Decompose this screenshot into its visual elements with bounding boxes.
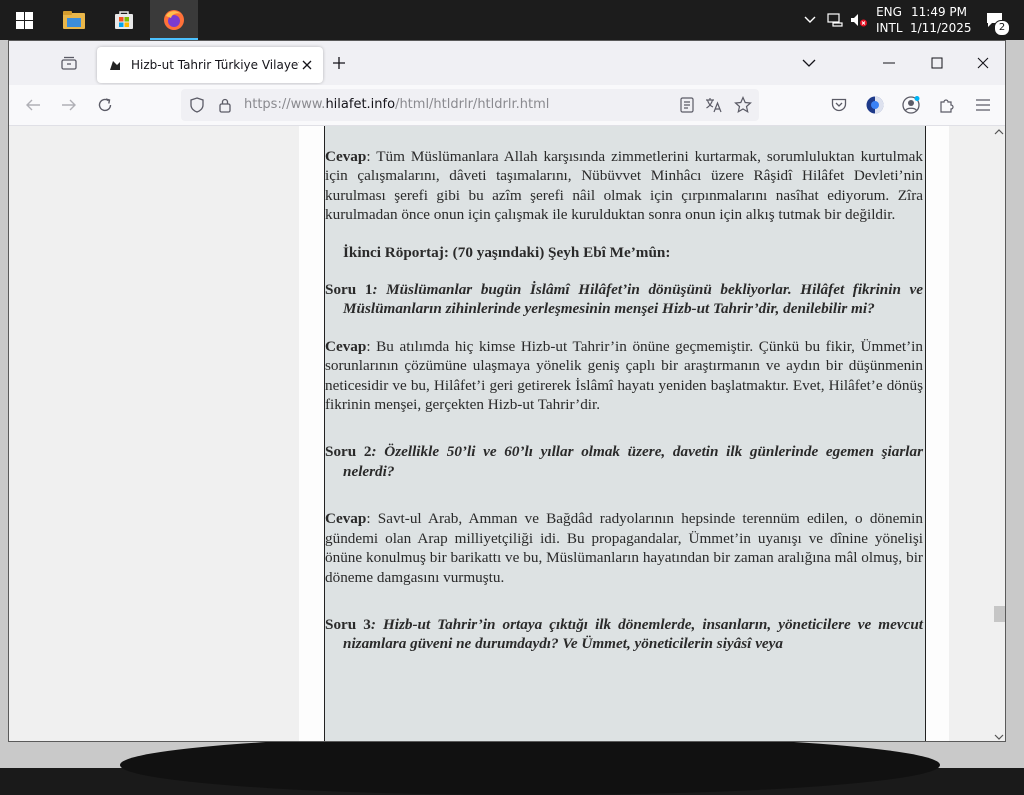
reader-view-icon[interactable] (679, 97, 695, 113)
url-bar[interactable]: https://www.hilafet.info/html/htldrlr/ht… (181, 89, 759, 121)
network-icon[interactable] (824, 0, 846, 40)
question-text: : Müslümanlar bugün İslâmî Hilâfet’in dö… (343, 281, 923, 318)
tab-active[interactable]: Hizb-ut Tahrir Türkiye Vilayeti R (97, 47, 323, 83)
back-arrow-icon[interactable] (23, 95, 43, 115)
vertical-scrollbar[interactable] (990, 126, 1005, 741)
answer-paragraph: Cevap: Bu atılımda hiç kimse Hizb-ut Tah… (325, 337, 923, 415)
translate-icon[interactable] (705, 97, 723, 113)
document-body: Cevap: Tüm Müslümanlara Allah karşısında… (325, 147, 923, 654)
answer-paragraph: Cevap: Savt-ul Arab, Amman ve Bağdâd rad… (325, 509, 923, 587)
url-prefix: https://www. (244, 97, 326, 112)
question-text: : Özellikle 50’li ve 60’lı yıllar olmak … (343, 443, 923, 480)
taskbar: ENG INTL 11:49 PM 1/11/2025 2 (0, 0, 1024, 40)
firefox-icon (164, 10, 184, 30)
show-hidden-icons-chevron-icon[interactable] (800, 0, 820, 40)
reload-icon[interactable] (95, 95, 115, 115)
notification-count-badge: 2 (994, 20, 1010, 36)
question-label: Soru 1 (325, 281, 373, 299)
tab-close-icon[interactable] (299, 57, 315, 73)
interview-heading: İkinci Röportaj: (70 yaşındaki) Şeyh Ebî… (343, 243, 671, 261)
microsoft-store-taskbar-button[interactable] (100, 0, 148, 40)
lock-icon[interactable] (217, 97, 233, 113)
question-paragraph: Soru 2: Özellikle 50’li ve 60’lı yıllar … (325, 442, 923, 481)
notification-center-button[interactable]: 2 (980, 0, 1010, 40)
question-label: Soru 3 (325, 615, 371, 633)
answer-label: Cevap (325, 337, 367, 355)
answer-text: : Bu atılımda hiç kimse Hizb-ut Tahrir’i… (325, 337, 923, 414)
question-text: : Hizb-ut Tahrir’in ortaya çıktığı ilk d… (343, 615, 923, 653)
file-explorer-taskbar-button[interactable] (50, 0, 98, 40)
question-paragraph: Soru 3: Hizb-ut Tahrir’in ortaya çıktığı… (325, 615, 923, 654)
clock[interactable]: 11:49 PM 1/11/2025 (910, 4, 972, 36)
new-tab-plus-icon[interactable] (329, 53, 349, 73)
tab-bar: Hizb-ut Tahrir Türkiye Vilayeti R (9, 41, 1005, 85)
tab-title: Hizb-ut Tahrir Türkiye Vilayeti R (131, 58, 299, 72)
language-indicator[interactable]: ENG INTL (876, 4, 903, 36)
vpn-extension-icon[interactable] (864, 94, 886, 116)
hamburger-menu-icon[interactable] (973, 95, 993, 115)
browser-window: Hizb-ut Tahrir Türkiye Vilayeti R (8, 40, 1006, 742)
pocket-icon[interactable] (829, 95, 849, 115)
extensions-puzzle-icon[interactable] (937, 95, 957, 115)
url-host: hilafet.info (325, 97, 396, 112)
document-text-area[interactable]: Cevap: Tüm Müslümanlara Allah karşısında… (324, 126, 926, 741)
scroll-down-arrow-icon[interactable] (994, 733, 1004, 741)
desktop-shadow (120, 735, 940, 795)
scrollbar-thumb[interactable] (994, 606, 1005, 622)
answer-text: : Tüm Müslümanlara Allah karşısında zimm… (325, 148, 923, 224)
scroll-up-arrow-icon[interactable] (994, 128, 1004, 136)
page-left-margin (9, 126, 299, 741)
minimize-window-icon[interactable] (879, 53, 899, 73)
forward-arrow-icon[interactable] (59, 95, 79, 115)
bookmark-star-icon[interactable] (734, 96, 752, 114)
language-code: ENG (876, 5, 902, 19)
tab-overview-icon[interactable] (57, 51, 81, 75)
store-icon (115, 11, 133, 29)
url-text: https://www.hilafet.info/html/htldrlr/ht… (244, 97, 549, 112)
windows-logo-icon (15, 11, 33, 29)
url-path: /html/htldrlr/htldrlr.html (395, 97, 550, 112)
start-button[interactable] (0, 0, 48, 40)
answer-label: Cevap (325, 510, 367, 528)
volume-muted-icon[interactable] (848, 0, 870, 40)
question-paragraph: Soru 1: Müslümanlar bugün İslâmî Hilâfet… (325, 280, 923, 319)
navigation-toolbar: https://www.hilafet.info/html/htldrlr/ht… (9, 85, 1005, 126)
answer-label: Cevap (325, 148, 367, 165)
firefox-taskbar-button[interactable] (150, 0, 198, 40)
list-all-tabs-chevron-icon[interactable] (799, 53, 819, 73)
close-window-icon[interactable] (973, 53, 993, 73)
page-content[interactable]: Cevap: Tüm Müslümanlara Allah karşısında… (9, 126, 1005, 741)
answer-paragraph: Cevap: Tüm Müslümanlara Allah karşısında… (325, 147, 923, 225)
tracking-protection-shield-icon[interactable] (189, 97, 205, 113)
maximize-window-icon[interactable] (927, 53, 947, 73)
page-column: Cevap: Tüm Müslümanlara Allah karşısında… (299, 126, 949, 741)
question-label: Soru 2 (325, 443, 372, 461)
folder-icon (63, 11, 85, 29)
answer-text: : Savt-ul Arab, Amman ve Bağdâd radyolar… (325, 510, 923, 586)
tab-favicon-icon (107, 57, 123, 73)
clock-time: 11:49 PM (911, 5, 967, 19)
language-layout: INTL (876, 21, 903, 35)
clock-date: 1/11/2025 (910, 21, 972, 35)
account-avatar-icon[interactable] (901, 95, 921, 115)
